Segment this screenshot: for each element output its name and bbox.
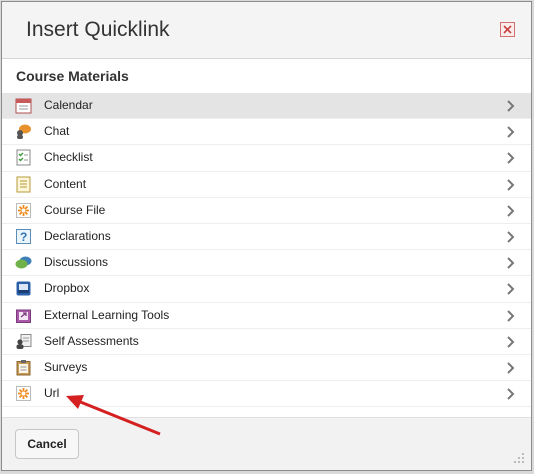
- list-item-self-assessments[interactable]: Self Assessments: [2, 329, 531, 355]
- resize-grip-icon[interactable]: [513, 452, 525, 464]
- course-file-icon: [16, 202, 31, 218]
- close-icon: [503, 25, 512, 34]
- list-item-checklist[interactable]: Checklist: [2, 145, 531, 172]
- chat-icon: [17, 124, 31, 140]
- chevron-right-icon: [507, 126, 515, 138]
- chevron-right-icon: [507, 231, 515, 243]
- list-item-label: Calendar: [44, 98, 93, 112]
- chevron-right-icon: [507, 283, 515, 296]
- checklist-icon: [16, 149, 31, 166]
- list-item-label: Course File: [44, 202, 106, 217]
- list-item-calendar[interactable]: Calendar: [2, 93, 531, 120]
- discussions-icon: [15, 256, 32, 269]
- list-item-content[interactable]: Content: [2, 172, 531, 198]
- list-item-label: Dropbox: [44, 281, 90, 296]
- close-button[interactable]: [500, 22, 515, 37]
- url-icon: [16, 386, 31, 402]
- list-item-discussions[interactable]: Discussions: [2, 250, 531, 277]
- chevron-right-icon: [507, 205, 515, 217]
- list-item-label: Declarations: [44, 228, 111, 243]
- quicklink-list: Calendar Chat Checklist Content Course F…: [2, 93, 531, 408]
- calendar-icon: [15, 98, 32, 114]
- list-item-surveys[interactable]: Surveys: [2, 355, 531, 382]
- list-item-chat[interactable]: Chat: [2, 119, 531, 146]
- chevron-right-icon: [507, 178, 515, 191]
- list-item-course-file[interactable]: Course File: [2, 198, 531, 224]
- list-item-external-learning-tools[interactable]: External Learning Tools: [2, 303, 531, 329]
- chevron-right-icon: [507, 362, 515, 374]
- self-assessments-icon: [16, 333, 32, 349]
- list-item-label: Content: [44, 176, 87, 191]
- list-item-label: External Learning Tools: [44, 307, 170, 322]
- cancel-button[interactable]: Cancel: [15, 429, 79, 459]
- dialog-title: Insert Quicklink: [26, 18, 170, 41]
- list-item-label: Checklist: [44, 150, 93, 165]
- list-item-declarations[interactable]: ? Declarations: [2, 224, 531, 251]
- list-item-dropbox[interactable]: Dropbox: [2, 276, 531, 303]
- section-title: Course Materials: [16, 68, 129, 84]
- list-item-label: Chat: [44, 124, 70, 139]
- list-item-label: Surveys: [44, 359, 88, 374]
- chevron-right-icon: [507, 335, 515, 348]
- chevron-right-icon: [507, 152, 515, 165]
- list-item-label: Discussions: [44, 255, 109, 270]
- external-tools-icon: [16, 309, 31, 323]
- list-item-label: Url: [44, 386, 60, 401]
- dialog-body: Course Materials Calendar Chat Checklist…: [2, 59, 531, 420]
- surveys-icon: [16, 359, 31, 376]
- dropbox-icon: [16, 281, 31, 296]
- chevron-right-icon: [507, 388, 515, 400]
- list-item-url[interactable]: Url: [2, 381, 531, 408]
- content-icon: [16, 176, 31, 193]
- chevron-right-icon: [507, 100, 515, 112]
- dialog-header: Insert Quicklink: [2, 2, 531, 59]
- insert-quicklink-dialog: Insert Quicklink Course Materials Calend…: [1, 1, 532, 471]
- chevron-right-icon: [507, 257, 515, 269]
- svg-text:?: ?: [20, 230, 27, 244]
- chevron-right-icon: [507, 309, 515, 322]
- list-item-label: Self Assessments: [44, 333, 139, 348]
- declarations-icon: ?: [16, 228, 31, 244]
- dialog-footer: Cancel: [2, 417, 531, 470]
